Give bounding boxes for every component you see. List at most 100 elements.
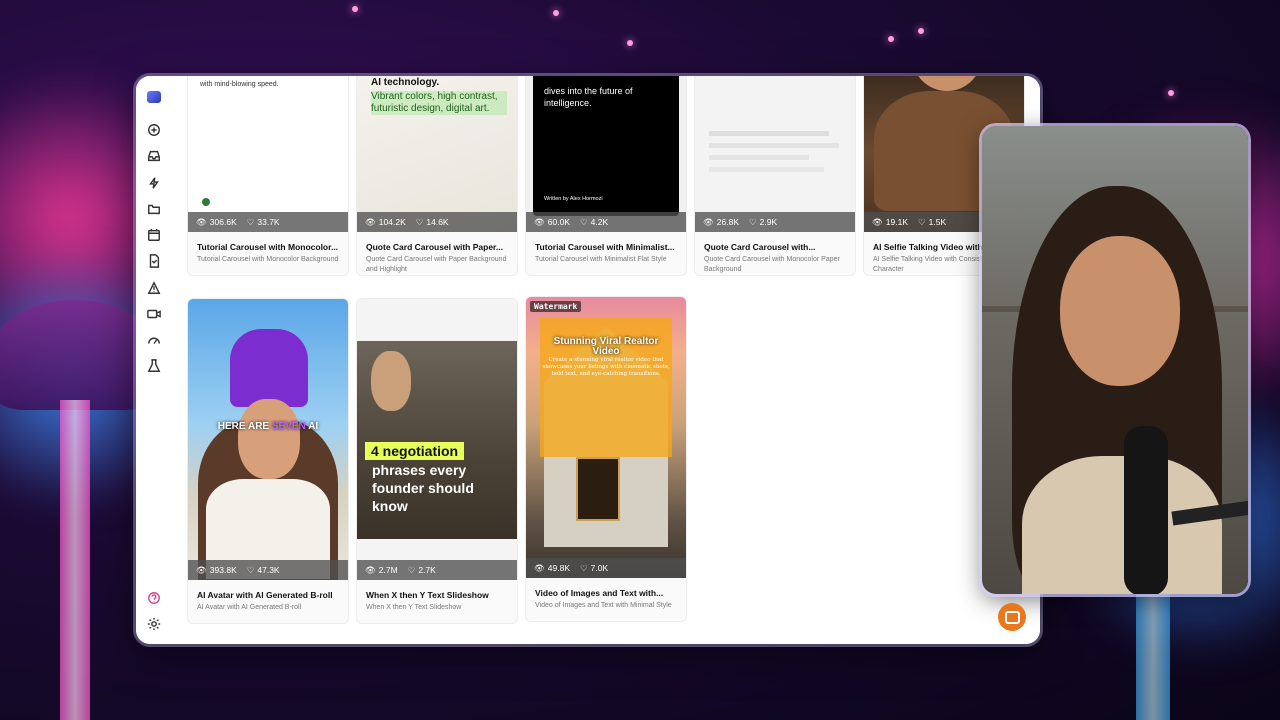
background-mushroom-stem xyxy=(1136,590,1170,720)
view-count: 60.0K xyxy=(547,217,571,227)
settings-icon[interactable] xyxy=(145,615,163,633)
template-thumbnail[interactable]: with mind-blowing speed. 👁 306.6K ♡ 33.7K xyxy=(188,76,348,232)
view-count: 19.1K xyxy=(885,217,909,227)
like-count: 14.6K xyxy=(426,217,449,227)
card-subtitle: Quote Card Carousel with Monocolor Paper… xyxy=(704,256,840,273)
webcam-overlay xyxy=(982,126,1248,594)
heart-icon: ♡ xyxy=(246,216,255,227)
template-card[interactable]: Watermark Stunning Viral Realtor Video C… xyxy=(525,296,687,622)
folder-icon[interactable] xyxy=(145,200,163,218)
template-card[interactable]: dives into the future of intelligence. W… xyxy=(525,76,687,276)
stats-bar: 👁 49.8K ♡ 7.0K xyxy=(526,558,686,578)
thumbnail-heading: AI technology. xyxy=(371,77,440,88)
heart-icon: ♡ xyxy=(918,216,926,227)
heart-icon: ♡ xyxy=(246,564,255,575)
card-title: Quote Card Carousel with Paper... xyxy=(366,242,503,252)
background-star xyxy=(627,40,633,46)
background-star xyxy=(918,28,924,34)
stats-bar: 👁 306.6K ♡ 33.7K xyxy=(188,212,348,232)
like-count: 7.0K xyxy=(590,563,609,573)
card-title: When X then Y Text Slideshow xyxy=(366,590,489,600)
stats-bar: 👁 104.2K ♡ 14.6K xyxy=(357,212,517,232)
overlay-highlight: 4 negotiation xyxy=(365,442,465,460)
eye-icon: 👁 xyxy=(534,216,545,227)
card-subtitle: Quote Card Carousel with Paper Backgroun… xyxy=(366,256,507,273)
view-count: 49.8K xyxy=(547,563,571,573)
thumbnail-highlight: Vibrant colors, high contrast, futuristi… xyxy=(371,91,507,115)
background-star xyxy=(1168,90,1174,96)
chat-support-button[interactable] xyxy=(998,603,1026,631)
stats-bar: 👁 393.8K ♡ 47.3K xyxy=(188,560,348,580)
eye-icon: 👁 xyxy=(872,216,883,227)
warning-icon[interactable] xyxy=(145,279,163,297)
eye-icon: 👁 xyxy=(196,216,207,227)
eye-icon: 👁 xyxy=(365,216,376,227)
document-icon[interactable] xyxy=(145,252,163,270)
heart-icon: ♡ xyxy=(407,564,416,575)
template-card[interactable]: 👁 26.8K ♡ 2.9K Quote Card Carousel with...… xyxy=(694,76,856,276)
thumbnail-beanie xyxy=(230,329,308,407)
like-count: 1.5K xyxy=(928,217,947,227)
thumbnail-text: dives into the future of intelligence. xyxy=(544,86,633,108)
view-count: 306.6K xyxy=(209,217,237,227)
like-count: 2.9K xyxy=(759,217,778,227)
thumbnail-door xyxy=(576,457,620,521)
card-subtitle: Tutorial Carousel with Monocolor Backgro… xyxy=(197,256,339,263)
template-thumbnail[interactable]: HERE ARE SEVEN AI 👁 393.8K ♡ 47.3K xyxy=(188,299,348,580)
help-icon[interactable] xyxy=(145,589,163,607)
eye-icon: 👁 xyxy=(365,564,376,575)
logo-icon[interactable] xyxy=(145,88,163,106)
template-card[interactable]: HERE ARE SEVEN AI 👁 393.8K ♡ 47.3K AI Avat… xyxy=(187,298,349,624)
card-subtitle: Tutorial Carousel with Minimalist Flat S… xyxy=(535,256,667,263)
template-thumbnail[interactable]: AI technology. Vibrant colors, high cont… xyxy=(357,76,517,232)
flask-icon[interactable] xyxy=(145,357,163,375)
stats-bar: 👁 2.7M ♡ 2.7K xyxy=(357,560,517,580)
like-count: 33.7K xyxy=(257,217,280,227)
card-title: Video of Images and Text with... xyxy=(535,588,664,598)
background-mushroom-stem xyxy=(60,400,90,720)
template-thumbnail[interactable]: dives into the future of intelligence. W… xyxy=(526,76,686,232)
blurred-text-line xyxy=(709,167,824,172)
template-thumbnail[interactable]: 4 negotiation phrases every founder shou… xyxy=(357,299,517,580)
thumbnail-author: Written by Alex Hormozi xyxy=(544,196,603,202)
template-card[interactable]: with mind-blowing speed. 👁 306.6K ♡ 33.7K … xyxy=(187,76,349,276)
stats-bar: 👁 60.0K ♡ 4.2K xyxy=(526,212,686,232)
chat-icon xyxy=(1004,610,1020,624)
template-card[interactable]: AI technology. Vibrant colors, high cont… xyxy=(356,76,518,276)
template-thumbnail[interactable]: 👁 26.8K ♡ 2.9K xyxy=(695,76,855,232)
thumbnail-text: Create a stunning viral realtor video th… xyxy=(542,357,670,377)
overlay-text: phrases every founder should know xyxy=(372,462,474,514)
app-window: with mind-blowing speed. 👁 306.6K ♡ 33.7K … xyxy=(136,76,1040,644)
thumbnail-heading: Stunning Viral Realtor Video xyxy=(553,336,659,357)
plus-circle-icon[interactable] xyxy=(145,121,163,139)
thumbnail-face xyxy=(912,76,982,91)
microphone xyxy=(1124,426,1168,594)
card-subtitle: AI Avatar with AI Generated B-roll xyxy=(197,604,302,611)
blurred-text-line xyxy=(709,131,829,136)
view-count: 104.2K xyxy=(378,217,406,227)
webcam-person-face xyxy=(1060,236,1180,386)
template-card[interactable]: 4 negotiation phrases every founder shou… xyxy=(356,298,518,624)
lightning-icon[interactable] xyxy=(145,174,163,192)
blurred-text-line xyxy=(709,155,809,160)
like-count: 4.2K xyxy=(590,217,609,227)
view-count: 2.7M xyxy=(378,565,398,575)
video-icon[interactable] xyxy=(145,305,163,323)
card-title: AI Avatar with AI Generated B-roll xyxy=(197,590,333,600)
view-count: 26.8K xyxy=(716,217,740,227)
gauge-icon[interactable] xyxy=(145,331,163,349)
like-count: 47.3K xyxy=(257,565,280,575)
background-star xyxy=(888,36,894,42)
inbox-icon[interactable] xyxy=(145,147,163,165)
like-count: 2.7K xyxy=(418,565,436,575)
card-title: Tutorial Carousel with Monocolor... xyxy=(197,242,339,252)
video-caption: HERE ARE SEVEN AI xyxy=(217,421,319,432)
thumbnail-person xyxy=(371,351,411,411)
eye-icon: 👁 xyxy=(534,562,545,573)
calendar-icon[interactable] xyxy=(145,226,163,244)
watermark-label: Watermark xyxy=(530,301,582,312)
webcam-person-body xyxy=(1022,456,1222,594)
thumbnail-face xyxy=(238,399,300,479)
card-subtitle: When X then Y Text Slideshow xyxy=(366,604,462,611)
template-thumbnail[interactable]: Watermark Stunning Viral Realtor Video C… xyxy=(526,297,686,578)
